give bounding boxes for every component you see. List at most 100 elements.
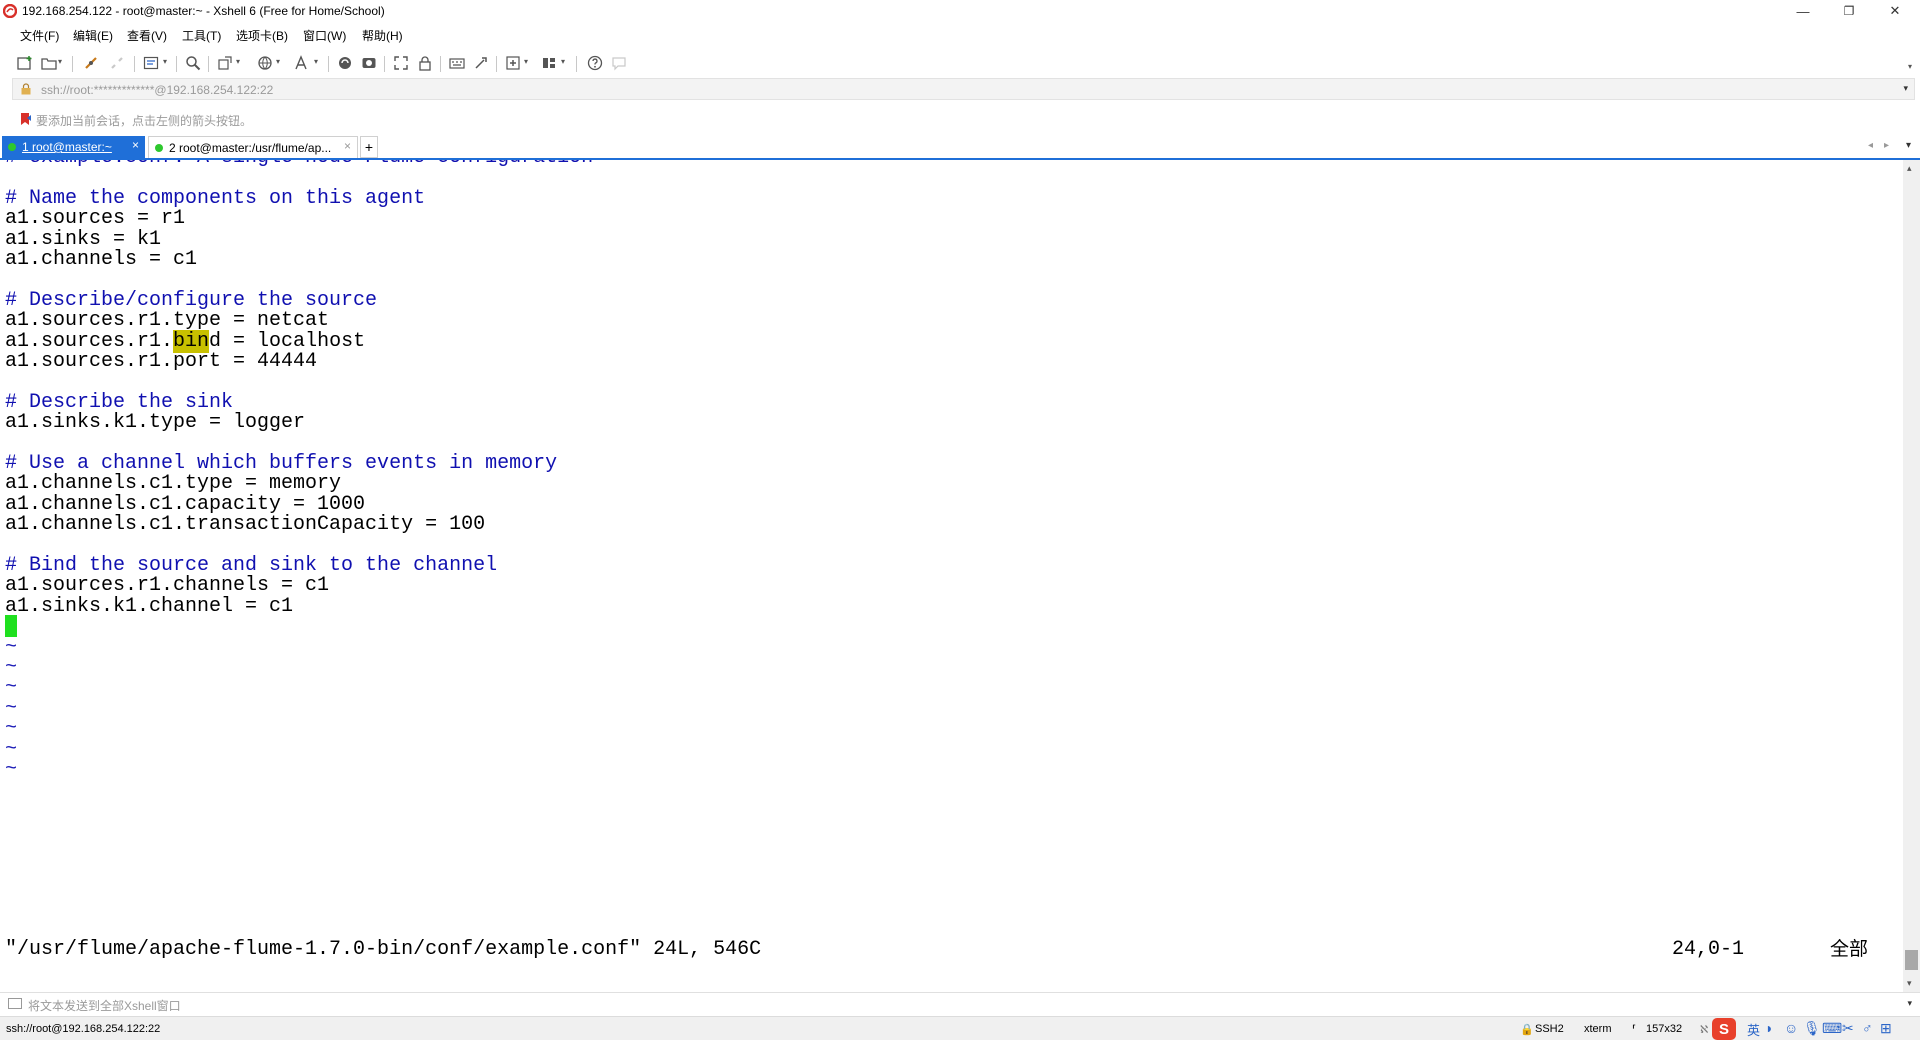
terminal-line: a1.sinks.k1.type = logger [5,411,306,435]
font-icon[interactable] [292,54,310,72]
transfer-icon[interactable] [216,54,234,72]
toolbar-overflow-icon[interactable]: ▾ [1908,62,1912,71]
tab-list-dropdown-icon[interactable]: ▾ [1906,140,1911,151]
tab-scroll-left-icon[interactable]: ◂ [1868,140,1873,151]
ime-keyboard-icon[interactable]: ⌨ [1822,1020,1842,1037]
toolbar-divider [208,56,209,72]
toolbar-divider [176,56,177,72]
resize-icon: ⸢ [1632,1024,1637,1036]
find-icon[interactable] [184,54,202,72]
session-hint-text: 要添加当前会话，点击左侧的箭头按钮。 [36,114,253,128]
ime-skin-icon[interactable]: ✂ [1842,1020,1854,1037]
ssh-lock-icon: 🔒 [1520,1024,1534,1036]
menu-help[interactable]: 帮助(H) [362,27,403,44]
fullscreen-icon[interactable] [392,54,410,72]
menu-view[interactable]: 查看(V) [127,27,167,44]
close-button[interactable]: ✕ [1872,0,1918,22]
open-folder-dropdown[interactable]: ▾ [58,57,62,66]
transfer-dropdown[interactable]: ▾ [236,57,240,66]
reconnect-icon[interactable] [82,54,100,72]
address-dropdown-icon[interactable]: ▾ [1903,83,1908,94]
terminal-view[interactable]: # example.conf: A single-node Flume conf… [0,160,1903,992]
layout-dropdown[interactable]: ▾ [561,57,565,66]
toolbar-divider [328,56,329,72]
connected-status-icon [155,144,163,152]
ime-half-width-icon[interactable]: ◗ [1765,1020,1773,1036]
lock-screen-icon[interactable] [416,54,434,72]
ime-toolbox-icon[interactable]: ♂ [1862,1020,1873,1036]
ime-emoji-icon[interactable]: ☺ [1784,1020,1798,1036]
xshell-logo-icon [3,4,17,18]
menu-tabs[interactable]: 选项卡(B) [236,27,288,44]
tab-label: 2 root@master:/usr/flume/ap... [169,141,332,155]
toolbar-divider [72,56,73,72]
tab-session-2[interactable]: 2 root@master:/usr/flume/ap... × [148,136,358,158]
add-dropdown[interactable]: ▾ [524,57,528,66]
connection-address: ssh://root@192.168.254.122:22 [6,1023,161,1035]
scroll-down-icon[interactable]: ▾ [1907,978,1912,989]
compose-dropdown-icon[interactable]: ▾ [1907,998,1912,1009]
add-icon[interactable] [504,54,522,72]
keyboard-icon[interactable] [448,54,466,72]
disconnect-icon[interactable] [108,54,126,72]
compose-input[interactable]: 将文本发送到全部Xshell窗口 [28,997,181,1014]
ime-grid-icon[interactable]: ⊞ [1880,1020,1892,1037]
scrollbar-thumb[interactable] [1905,950,1918,970]
scroll-up-icon[interactable]: ▴ [1907,163,1912,174]
tab-bar: 1 root@master:~ × 2 root@master:/usr/flu… [0,136,1920,160]
ime-punct-icon[interactable]: ℵ [1700,1023,1708,1036]
terminal-line: ~ [5,758,18,781]
menu-edit[interactable]: 编辑(E) [73,27,113,44]
text-cursor [5,615,17,638]
globe-dropdown[interactable]: ▾ [276,57,280,66]
menu-tools[interactable]: 工具(T) [182,27,221,44]
tab-label: 1 root@master:~ [22,140,112,154]
menu-file[interactable]: 文件(F) [20,27,59,44]
terminal-line: a1.channels = c1 [5,248,198,271]
tab-session-1[interactable]: 1 root@master:~ × [2,136,145,158]
toolbar-divider [134,56,135,72]
toolbar-divider [384,56,385,72]
new-session-icon[interactable] [16,54,34,72]
window-title: 192.168.254.122 - root@master:~ - Xshell… [22,4,385,18]
address-field[interactable]: ssh://root:*************@192.168.254.122… [41,83,273,97]
add-session-arrow-icon[interactable] [20,112,32,126]
xftp-icon[interactable] [336,54,354,72]
terminal-scrollbar[interactable]: ▴ ▾ [1903,160,1920,992]
globe-icon[interactable] [256,54,274,72]
chat-icon[interactable] [610,54,628,72]
maximize-button[interactable]: ❐ [1826,0,1872,22]
title-bar: 192.168.254.122 - root@master:~ - Xshell… [0,0,1920,22]
session-hint-bar: 要添加当前会话，点击左侧的箭头按钮。 [0,108,1920,130]
record-icon[interactable] [360,54,378,72]
lock-icon [21,83,31,95]
open-folder-icon[interactable] [40,54,58,72]
tab-close-icon[interactable]: × [132,138,139,152]
compose-icon[interactable] [8,998,22,1009]
menu-window[interactable]: 窗口(W) [303,27,346,44]
properties-icon[interactable] [142,54,160,72]
new-tab-button[interactable]: + [360,136,378,158]
layout-icon[interactable] [540,54,558,72]
help-icon[interactable] [586,54,604,72]
font-dropdown[interactable]: ▾ [314,57,318,66]
vim-status-file: "/usr/flume/apache-flume-1.7.0-bin/conf/… [5,938,762,961]
minimize-button[interactable]: — [1780,0,1826,22]
ime-logo-icon[interactable]: S [1712,1018,1736,1040]
terminal-type-label: xterm [1584,1023,1612,1035]
status-bar: ssh://root@192.168.254.122:22 🔒 SSH2 xte… [0,1016,1920,1040]
connected-status-icon [8,143,16,151]
vim-status-position: 24,0-1 [1672,938,1745,961]
ime-voice-icon[interactable]: 🎙 [1803,1020,1821,1037]
address-bar[interactable]: ssh://root:*************@192.168.254.122… [12,78,1915,100]
compose-bar[interactable]: 将文本发送到全部Xshell窗口 ▾ [0,992,1920,1014]
properties-dropdown[interactable]: ▾ [163,57,167,66]
toolbar: ▾ ▾ ▾ ▾ ▾ ▾ ▾ ▾ [0,44,1920,76]
tab-scroll-right-icon[interactable]: ▸ [1884,140,1889,151]
ime-language-toggle[interactable]: 英 [1747,1020,1760,1039]
script-icon[interactable] [472,54,490,72]
tab-close-icon[interactable]: × [344,139,351,153]
terminal-line: # example.conf: A single-node Flume conf… [5,160,593,170]
toolbar-divider [440,56,441,72]
protocol-label: SSH2 [1535,1023,1564,1035]
